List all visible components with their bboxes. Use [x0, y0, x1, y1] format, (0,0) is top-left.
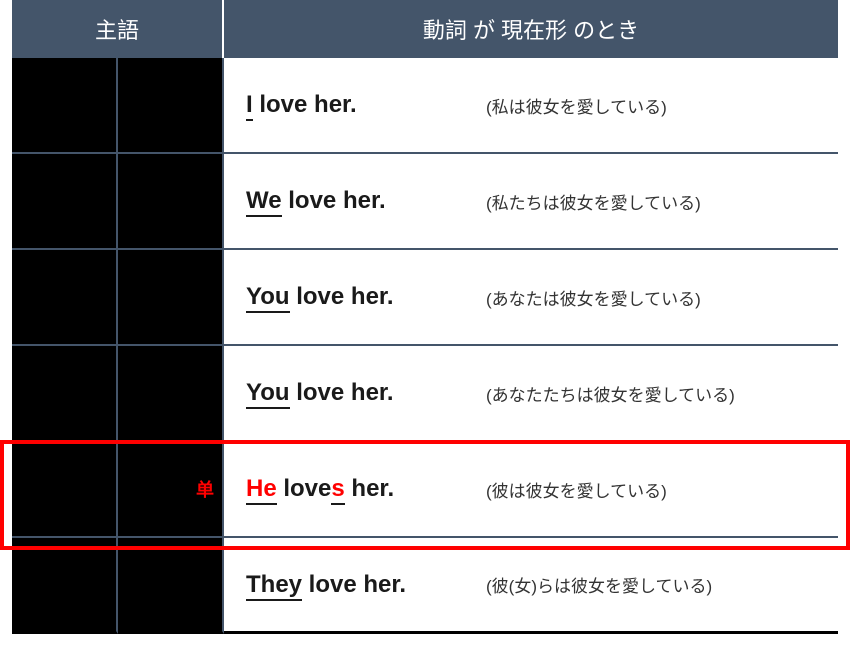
japanese-translation: (私は彼女を愛している) — [486, 93, 667, 118]
table-row: 複 They love her. (彼(女)らは彼女を愛している) — [12, 538, 838, 634]
table-row-highlighted: 单 He loves her. (彼は彼女を愛している) — [12, 442, 838, 538]
japanese-translation: (私たちは彼女を愛している) — [486, 189, 701, 214]
english-sentence: They love her. — [246, 571, 406, 599]
header-subject: 主語 — [12, 0, 224, 58]
subject-underlined: I — [246, 91, 253, 121]
verb-rest: love her. — [290, 379, 394, 406]
number-cell — [118, 346, 224, 442]
header-verb: 動詞 が 現在形 のとき — [224, 0, 838, 58]
verb-rest: love her. — [282, 187, 386, 214]
verb-s-red: s — [331, 475, 344, 505]
verb-rest: love her. — [253, 91, 357, 118]
example-cell: I love her. (私は彼女を愛している) — [224, 58, 838, 154]
number-cell — [118, 154, 224, 250]
verb-rest: love her. — [302, 571, 406, 598]
verb-rest: love her. — [290, 283, 394, 310]
table-row: You love her. (あなたたちは彼女を愛している) — [12, 346, 838, 442]
person-cell — [12, 346, 118, 442]
table-header-row: 主語 動詞 が 現在形 のとき — [12, 0, 838, 58]
number-label: 单 — [196, 476, 214, 502]
example-cell: They love her. (彼(女)らは彼女を愛している) — [224, 538, 838, 634]
subject-underlined: You — [246, 283, 290, 313]
verb-prefix: love — [277, 475, 332, 502]
example-cell: He loves her. (彼は彼女を愛している) — [224, 442, 838, 538]
person-cell — [12, 538, 118, 634]
english-sentence: I love her. — [246, 91, 357, 119]
table-row: I love her. (私は彼女を愛している) — [12, 58, 838, 154]
english-sentence: You love her. — [246, 283, 394, 311]
number-cell — [118, 58, 224, 154]
subject-underlined: You — [246, 379, 290, 409]
japanese-translation: (彼は彼女を愛している) — [486, 477, 667, 502]
table-row: You love her. (あなたは彼女を愛している) — [12, 250, 838, 346]
person-cell — [12, 154, 118, 250]
english-sentence: You love her. — [246, 379, 394, 407]
english-sentence: We love her. — [246, 187, 386, 215]
person-cell — [12, 58, 118, 154]
japanese-translation: (あなたたちは彼女を愛している) — [486, 381, 735, 406]
number-cell: 複 — [118, 538, 224, 634]
verb-suffix: her. — [345, 475, 394, 502]
number-cell — [118, 250, 224, 346]
japanese-translation: (あなたは彼女を愛している) — [486, 285, 701, 310]
number-cell: 单 — [118, 442, 224, 538]
subject-underlined-red: He — [246, 475, 277, 505]
number-label: 複 — [196, 572, 214, 598]
example-cell: You love her. (あなたは彼女を愛している) — [224, 250, 838, 346]
subject-underlined: They — [246, 571, 302, 601]
english-sentence: He loves her. — [246, 475, 394, 503]
person-cell — [12, 442, 118, 538]
subject-underlined: We — [246, 187, 282, 217]
grammar-table: 主語 動詞 が 現在形 のとき I love her. (私は彼女を愛している)… — [12, 0, 838, 634]
person-cell — [12, 250, 118, 346]
example-cell: You love her. (あなたたちは彼女を愛している) — [224, 346, 838, 442]
table-row: We love her. (私たちは彼女を愛している) — [12, 154, 838, 250]
example-cell: We love her. (私たちは彼女を愛している) — [224, 154, 838, 250]
japanese-translation: (彼(女)らは彼女を愛している) — [486, 572, 712, 597]
